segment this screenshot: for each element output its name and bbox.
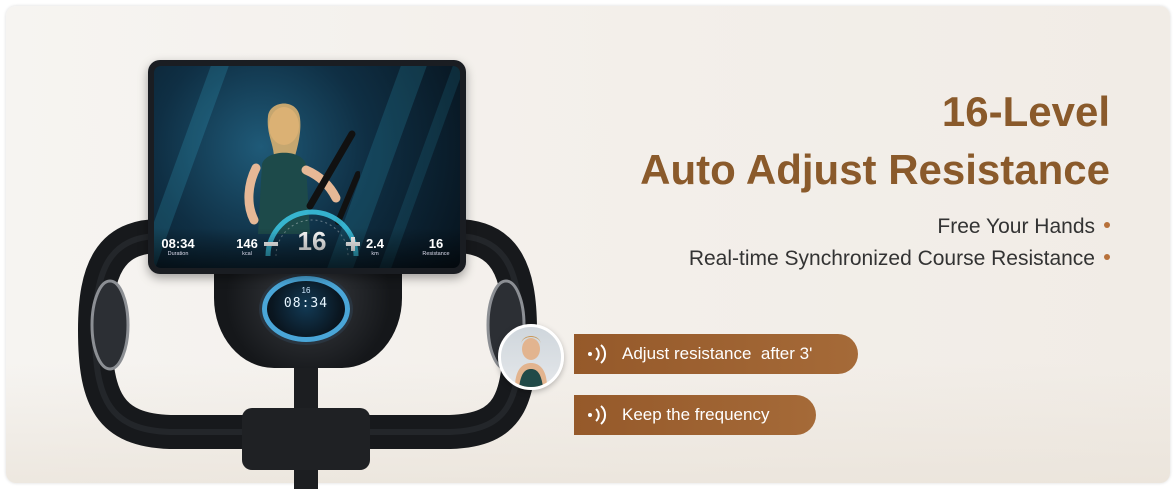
handlebar-clamp bbox=[242, 408, 370, 470]
coach-prompt-adjust: Adjust resistance after 3' bbox=[574, 334, 858, 374]
headline-line-2: Auto Adjust Resistance bbox=[640, 146, 1110, 193]
left-grip bbox=[90, 279, 130, 371]
bullet-dot-icon bbox=[1104, 222, 1110, 229]
stat-resistance: 16 Resistance bbox=[422, 236, 450, 258]
stat-kcal: 146 kcal bbox=[236, 236, 258, 258]
stat-km: 2.4 km bbox=[365, 236, 385, 258]
tablet: 16 08:34 Duration 146 kcal 2.4 km 16 Res… bbox=[148, 60, 466, 274]
feature-text: Real-time Synchronized Course Resistance bbox=[688, 247, 1095, 270]
coach-prompt-text: Keep the frequency bbox=[622, 405, 770, 424]
headline-line-1: 16-Level bbox=[941, 88, 1110, 135]
tablet-screen: 16 08:34 Duration 146 kcal 2.4 km 16 Res… bbox=[154, 66, 460, 268]
knob-level: 16 bbox=[301, 286, 311, 295]
knob-time: 08:34 bbox=[283, 296, 329, 311]
feature-item: Real-time Synchronized Course Resistance bbox=[510, 246, 1110, 272]
bullet-dot-icon bbox=[1104, 254, 1110, 261]
resistance-knob[interactable]: 16 08:34 bbox=[262, 276, 350, 342]
stat-duration: 08:34 Duration bbox=[161, 236, 195, 258]
coach-prompt-frequency: Keep the frequency bbox=[574, 395, 816, 435]
feature-text: Free Your Hands bbox=[937, 215, 1095, 238]
coach-avatar bbox=[498, 324, 564, 390]
feature-item: Free Your Hands bbox=[510, 214, 1110, 240]
coach-portrait-icon bbox=[515, 336, 547, 387]
stats-bar bbox=[154, 228, 460, 268]
coach-prompt-text: Adjust resistance after 3' bbox=[622, 344, 813, 363]
sound-wave-icon bbox=[588, 405, 607, 425]
sound-wave-icon bbox=[588, 344, 607, 364]
